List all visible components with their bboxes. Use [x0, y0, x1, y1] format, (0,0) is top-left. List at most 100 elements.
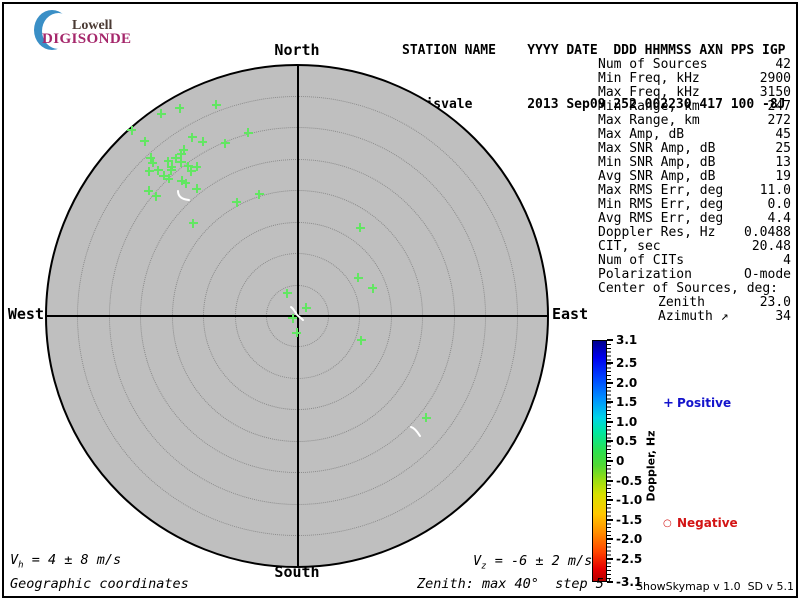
- source-marker: [220, 138, 230, 148]
- stat-label: Max Amp, dB: [598, 127, 685, 142]
- source-marker: [181, 178, 191, 188]
- source-marker: [187, 132, 197, 142]
- colorbar-major-tick: [607, 362, 613, 365]
- colorbar-major-tick: [607, 420, 613, 423]
- stat-value: 19: [775, 169, 791, 184]
- source-marker: [353, 273, 363, 283]
- stat-value: 20.48: [751, 239, 791, 254]
- source-marker: [254, 189, 264, 199]
- colorbar-tick-label: 2.5: [616, 356, 638, 371]
- stats-row: Max SNR Amp, dB 25: [598, 142, 791, 156]
- colorbar-major-tick: [607, 440, 613, 443]
- colorbar-tick-label: -2.0: [616, 532, 643, 547]
- stat-label: Min Range, km: [598, 99, 700, 114]
- source-marker: [243, 128, 253, 138]
- colorbar-major-tick: [607, 557, 613, 560]
- colorbar-major-tick: [607, 479, 613, 482]
- source-marker: [292, 328, 302, 338]
- stats-row: Avg SNR Amp, dB 19: [598, 170, 791, 184]
- colorbar-major-tick: [607, 339, 613, 341]
- legend-positive-label: Positive: [677, 396, 732, 410]
- colorbar-major-tick: [607, 401, 613, 404]
- stats-row: Max Freq, kHz 3150: [598, 86, 791, 100]
- stat-value: 25: [775, 141, 791, 156]
- stat-value: 11.0: [759, 183, 791, 198]
- colorbar-major-tick: [607, 381, 613, 384]
- source-marker: [183, 161, 193, 171]
- source-marker: [301, 303, 311, 313]
- vertical-velocity-label: Vz = -6 ± 2 m/s: [473, 553, 593, 572]
- stats-row: Min Range, km 247: [598, 100, 791, 114]
- stat-label: Zenith: [658, 295, 705, 310]
- source-marker: [140, 136, 150, 146]
- logo-digisonde-text: DIGISONDE: [42, 31, 132, 47]
- label-west: West: [7, 305, 44, 323]
- colorbar-tick-label: -2.5: [616, 551, 643, 566]
- source-marker: [421, 413, 431, 423]
- version-text: ShowSkymap v 1.0 SD v 5.1: [636, 580, 795, 593]
- stat-label: Avg RMS Err, deg: [598, 211, 724, 226]
- stat-label: Min SNR Amp, dB: [598, 155, 716, 170]
- source-marker: [164, 174, 174, 184]
- stat-label: Min RMS Err, deg: [598, 197, 724, 212]
- horizontal-velocity-label: Vh = 4 ± 8 m/s: [10, 552, 122, 571]
- stat-value: 4.4: [767, 211, 791, 226]
- colorbar-title: Doppler, Hz: [644, 430, 658, 502]
- stats-row: Polarization O-mode: [598, 268, 791, 282]
- colorbar-tick-label: 2.0: [616, 375, 638, 390]
- stats-row: Max Range, km 272: [598, 114, 791, 128]
- colorbar-major-tick: [607, 499, 613, 502]
- stat-value: 42: [775, 57, 791, 72]
- stat-value: 4: [783, 253, 791, 268]
- colorbar-tick-label: 3.1: [616, 333, 638, 347]
- stats-row: Num of Sources 42: [598, 58, 791, 72]
- colorbar-major-tick: [607, 460, 613, 462]
- stat-label: Azimuth ↗: [658, 309, 729, 324]
- zenith-range-note: Zenith: max 40° step 5°: [417, 576, 613, 592]
- showskymap-window: { "logo": {"line1": "Lowell", "line2": "…: [0, 0, 800, 600]
- colorbar-tick-label: 0: [616, 454, 625, 468]
- label-east: East: [552, 305, 589, 323]
- stats-row: CIT, sec 20.48: [598, 240, 791, 254]
- legend-negative: ○ Negative: [663, 516, 738, 530]
- plus-marker-icon: +: [663, 396, 674, 411]
- stat-value: 247: [767, 99, 791, 114]
- source-marker: [171, 153, 181, 163]
- source-marker: [211, 100, 221, 110]
- stat-label: Avg SNR Amp, dB: [598, 169, 716, 184]
- source-marker: [368, 283, 378, 293]
- stats-row: Min SNR Amp, dB 13: [598, 156, 791, 170]
- colorbar-tick-label: -1.0: [616, 493, 643, 508]
- colorbar-tick-label: -1.5: [616, 512, 643, 527]
- doppler-colorbar: [592, 340, 607, 582]
- stats-row: Min Freq, kHz 2900: [598, 72, 791, 86]
- source-marker: [232, 197, 242, 207]
- stats-row: Max RMS Err, deg 11.0: [598, 184, 791, 198]
- stat-value: O-mode: [744, 267, 791, 282]
- source-marker: [356, 335, 366, 345]
- stat-value: 0.0: [767, 197, 791, 212]
- stat-label: CIT, sec: [598, 239, 661, 254]
- stats-row: Zenith 23.0: [598, 296, 791, 310]
- colorbar-tick-label: -0.5: [616, 473, 643, 488]
- stat-value: 272: [767, 113, 791, 128]
- coordinates-note: Geographic coordinates: [10, 576, 189, 592]
- stats-row: Avg RMS Err, deg 4.4: [598, 212, 791, 226]
- source-marker: [282, 288, 292, 298]
- source-marker: [144, 166, 154, 176]
- stats-row: Azimuth ↗ 34: [598, 310, 791, 324]
- stat-label: Min Freq, kHz: [598, 71, 700, 86]
- legend-negative-label: Negative: [677, 516, 738, 530]
- colorbar-tick-label: 1.5: [616, 395, 638, 410]
- stat-label: Num of Sources: [598, 57, 708, 72]
- stat-value: 45: [775, 127, 791, 142]
- source-marker: [355, 223, 365, 233]
- stat-value: 23.0: [759, 295, 791, 310]
- circle-marker-icon: ○: [663, 518, 672, 529]
- stat-label: Polarization: [598, 267, 692, 282]
- stat-value: 2900: [759, 71, 791, 86]
- lowell-digisonde-logo: Lowell DIGISONDE: [30, 8, 240, 50]
- colorbar-major-tick: [607, 538, 613, 541]
- stat-label: Max RMS Err, deg: [598, 183, 724, 198]
- stat-label: Doppler Res, Hz: [598, 225, 716, 240]
